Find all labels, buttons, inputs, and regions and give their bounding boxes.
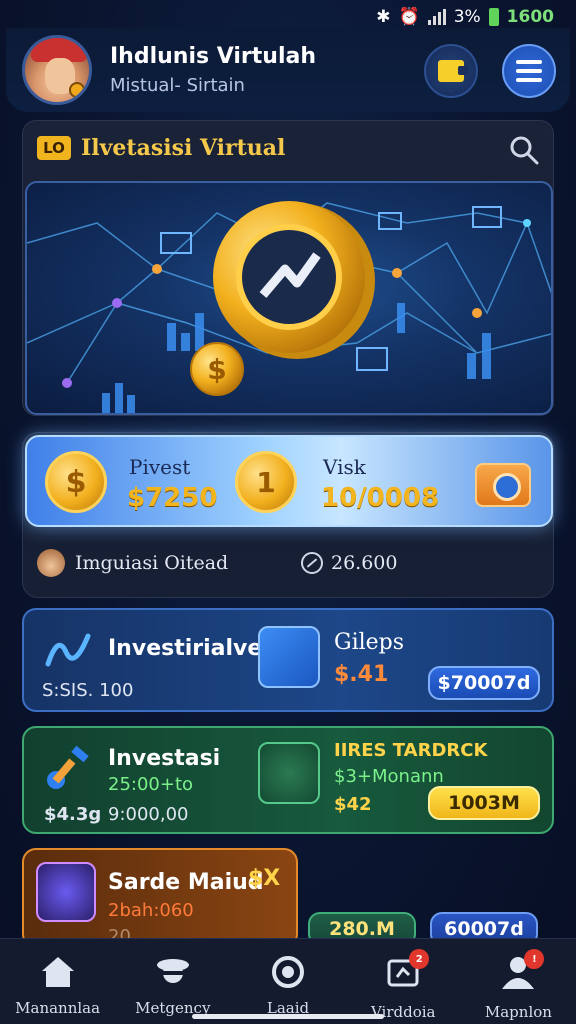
app-header: Ihdlunis Virtulah Mistual- Sirtain: [6, 28, 570, 112]
wallet-button[interactable]: [424, 44, 478, 98]
coin-icon: 1: [235, 451, 297, 513]
card-secondary-value: $42: [334, 794, 372, 815]
gem-icon: [36, 862, 96, 922]
bottom-navigation: Manannlaa Metgency Laaid 2 Virddoia ! Ma…: [0, 938, 576, 1024]
risk-value: 10/0008: [321, 483, 440, 513]
nav-label: Mapnlon: [484, 1003, 552, 1021]
battery-icon: [488, 8, 499, 26]
user-subtitle: Mistual- Sirtain: [110, 75, 245, 96]
home-indicator[interactable]: [192, 1014, 384, 1019]
timer-value: 26.600: [331, 552, 398, 574]
card-meta: S:SIS. 100: [42, 680, 134, 701]
coin-badge-icon: [69, 82, 85, 98]
nav-item-explore[interactable]: Laaid: [230, 939, 345, 1024]
avatar[interactable]: [22, 35, 92, 105]
investment-card-orange[interactable]: Sarde Maiud $X 2bah:060 20: [22, 848, 298, 948]
nav-item-wallet[interactable]: 2 Virddoia: [346, 939, 461, 1024]
card-secondary-value: $.41: [334, 662, 389, 687]
invest-value: $7250: [127, 483, 218, 513]
nav-item-profile[interactable]: ! Mapnlon: [461, 939, 576, 1024]
nav-item-home[interactable]: Manannlaa: [0, 939, 115, 1024]
app-logo: LO: [37, 136, 71, 160]
chart-line-icon: [45, 633, 91, 667]
card-secondary-sub: $3+Monann: [334, 766, 444, 787]
signal-icon: [427, 9, 446, 25]
card-secondary-title: Gileps: [334, 630, 405, 655]
panel-title: Ilvetasisi Virtual: [81, 135, 286, 161]
card-title: Investasi: [108, 746, 221, 771]
battery-percent: 3%: [453, 7, 481, 27]
agent-icon: [156, 959, 189, 983]
dollar-coin-icon: $: [45, 451, 107, 513]
card-title: Sarde Maiud: [108, 870, 264, 895]
card-badge: $X: [248, 866, 281, 891]
nav-item-agency[interactable]: Metgency: [115, 939, 230, 1024]
hero-illustration: $: [25, 181, 553, 415]
card-title: Investirialves: [108, 636, 276, 661]
planet-icon: [272, 956, 304, 988]
card-amount: 9:000,00: [108, 804, 189, 825]
bluetooth-icon: ✱: [376, 7, 391, 27]
key-icon: [47, 745, 89, 789]
wallet-icon: [438, 60, 468, 82]
card-subvalue: 25:00+to: [108, 774, 194, 795]
svg-text:$: $: [207, 353, 226, 386]
notification-badge: !: [524, 949, 545, 969]
card-subtitle: 2bah:060: [108, 900, 194, 921]
notification-badge: 2: [409, 949, 430, 969]
camera-icon[interactable]: [475, 463, 531, 507]
card-secondary-title: IIRES TARDRCK: [334, 740, 488, 761]
tag-tile-icon: [258, 626, 320, 688]
card-action-button[interactable]: 1003M: [428, 786, 540, 820]
menu-button[interactable]: [502, 44, 556, 98]
search-icon[interactable]: [509, 135, 539, 165]
investment-card-blue[interactable]: Investirialves S:SIS. 100 Gileps $.41 $7…: [22, 608, 554, 712]
lantern-icon: [258, 742, 320, 804]
invest-label: Pivest: [129, 455, 191, 479]
clock: 1600: [506, 7, 554, 27]
timer-icon: [301, 552, 323, 574]
alarm-icon: ⏰: [398, 7, 420, 27]
user-name: Ihdlunis Virtulah: [110, 44, 317, 69]
investor-avatar: [37, 549, 65, 577]
investor-name: Imguiasi Oitead: [75, 552, 229, 574]
risk-label: Visk: [323, 455, 366, 479]
home-icon: [41, 957, 74, 987]
investment-summary-card[interactable]: $ Pivest $7250 1 Visk 10/0008 Imguiasi O…: [22, 432, 554, 598]
card-left-amount: $4.3g: [44, 804, 102, 825]
investment-strip: $ Pivest $7250 1 Visk 10/0008: [25, 435, 553, 527]
card-action-button[interactable]: $70007d: [428, 666, 540, 700]
virtual-investment-panel: LO Ilvetasisi Virtual $: [22, 120, 554, 416]
investment-card-green[interactable]: Investasi 25:00+to $4.3g 9:000,00 IIRES …: [22, 726, 554, 834]
nav-label: Manannlaa: [15, 999, 101, 1017]
